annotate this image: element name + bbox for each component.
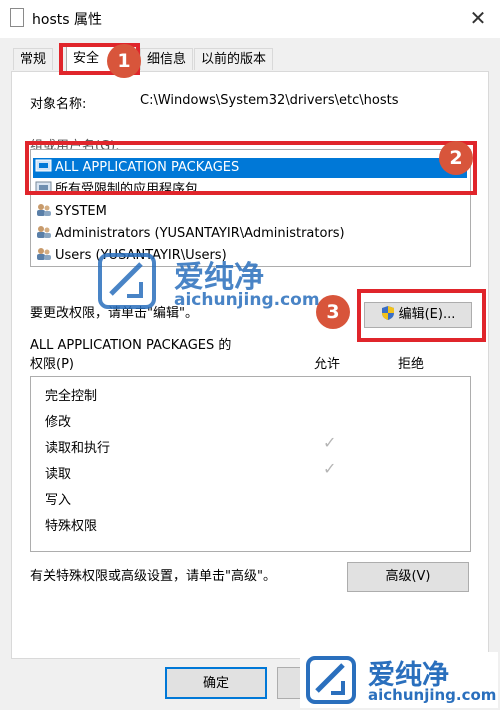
users-icon <box>35 247 53 261</box>
ok-button[interactable]: 确定 <box>165 667 267 699</box>
permission-row: 特殊权限 <box>45 519 98 534</box>
object-name-label: 对象名称: <box>30 97 87 112</box>
watermark-url: aichunjing.com <box>368 686 497 704</box>
permission-row: 读取 <box>45 467 72 482</box>
permissions-title: ALL APPLICATION PACKAGES 的 <box>30 338 232 353</box>
permission-row: 读取和执行 <box>45 441 111 456</box>
advanced-hint: 有关特殊权限或高级设置，请单击"高级"。 <box>30 569 276 584</box>
allow-check-icon: ✓ <box>323 459 337 478</box>
watermark-url: aichunjing.com <box>174 290 320 310</box>
watermark-logo-icon <box>305 655 357 708</box>
object-name-value: C:\Windows\System32\drivers\etc\hosts <box>140 93 399 108</box>
window-title: hosts 属性 <box>32 12 102 28</box>
tab-previous-versions[interactable]: 以前的版本 <box>194 48 274 70</box>
allow-column-header: 允许 <box>314 357 341 372</box>
close-button[interactable]: ✕ <box>466 6 490 30</box>
permissions-label: 权限(P) <box>30 357 74 372</box>
permission-row: 完全控制 <box>45 389 98 404</box>
group-item-administrators[interactable]: Administrators (YUSANTAYIR\Administrator… <box>33 224 345 244</box>
users-icon <box>35 225 53 239</box>
group-item-system[interactable]: SYSTEM <box>33 202 107 222</box>
permission-row: 写入 <box>45 493 72 508</box>
deny-column-header: 拒绝 <box>398 357 425 372</box>
file-icon <box>10 8 24 27</box>
watermark-logo-icon <box>97 252 157 313</box>
permission-row: 修改 <box>45 415 72 430</box>
step-badge-1: 1 <box>107 44 141 78</box>
advanced-button[interactable]: 高级(V) <box>347 562 469 592</box>
annotation-box-edit-button <box>357 289 486 342</box>
tab-details[interactable]: 细信息 <box>140 48 194 70</box>
tab-general[interactable]: 常规 <box>13 48 54 70</box>
users-icon <box>35 203 53 217</box>
permissions-list: 完全控制 修改 读取和执行 ✓ 读取 ✓ 写入 特殊权限 <box>30 376 471 552</box>
step-badge-2: 2 <box>439 141 473 175</box>
annotation-box-group-item <box>25 141 477 195</box>
allow-check-icon: ✓ <box>323 433 337 452</box>
step-badge-3: 3 <box>316 295 350 329</box>
